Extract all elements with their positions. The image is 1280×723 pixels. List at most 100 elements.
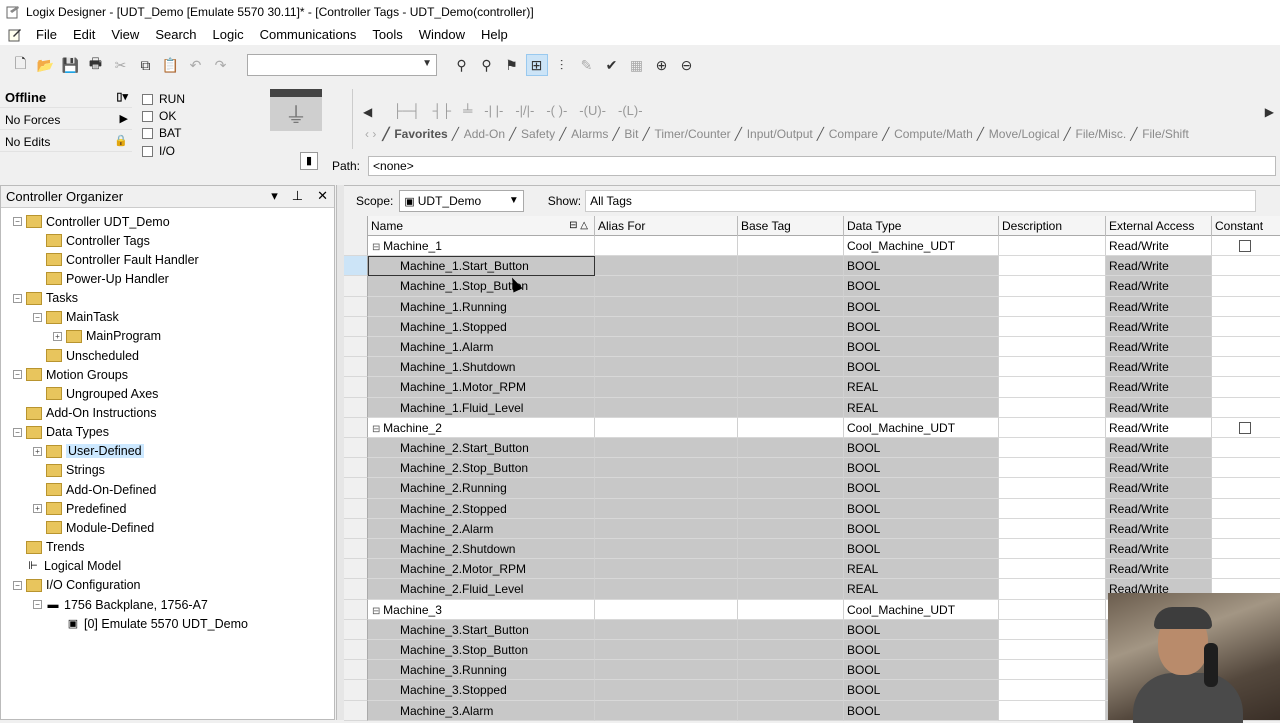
grid-icon[interactable]: ▦ <box>626 54 648 76</box>
redo-icon[interactable]: ↷ <box>210 54 232 76</box>
tag-name-cell[interactable]: Machine_1.Running <box>368 296 595 317</box>
row-selector[interactable] <box>344 640 368 661</box>
alias-for-cell[interactable] <box>595 539 738 560</box>
data-type-cell[interactable]: Cool_Machine_UDT <box>844 599 999 620</box>
row-selector[interactable] <box>344 579 368 600</box>
col-constant[interactable]: Constant <box>1212 216 1280 236</box>
menu-help[interactable]: Help <box>473 24 516 45</box>
new-file-icon[interactable]: 🗋 <box>10 54 32 76</box>
constant-cell[interactable] <box>1212 559 1280 580</box>
description-cell[interactable] <box>999 296 1106 317</box>
tree-item-io-configuration[interactable]: − I/O Configuration <box>13 576 141 595</box>
otu-icon[interactable]: -(L)- <box>618 103 643 118</box>
data-type-cell[interactable]: REAL <box>844 397 999 418</box>
expand-icon[interactable]: + <box>53 331 62 341</box>
tag-name-cell[interactable]: Machine_1.Start_Button <box>368 256 595 277</box>
col-name[interactable]: Name ⊟ △ <box>368 216 595 236</box>
alias-for-cell[interactable] <box>595 599 738 620</box>
row-selector[interactable] <box>344 438 368 459</box>
data-type-cell[interactable]: BOOL <box>844 680 999 701</box>
description-cell[interactable] <box>999 680 1106 701</box>
data-type-cell[interactable]: BOOL <box>844 640 999 661</box>
path-field[interactable]: <none> <box>368 156 1277 176</box>
alias-for-cell[interactable] <box>595 559 738 580</box>
tree-item-motion-groups[interactable]: − Motion Groups <box>13 365 128 384</box>
base-tag-cell[interactable] <box>738 337 844 358</box>
external-access-cell[interactable]: Read/Write <box>1106 539 1212 560</box>
row-selector[interactable] <box>344 397 368 418</box>
description-cell[interactable] <box>999 478 1106 499</box>
row-selector[interactable] <box>344 478 368 499</box>
tag-row-member[interactable]: Machine_1.Motor_RPM REAL Read/Write <box>344 377 1280 398</box>
base-tag-cell[interactable] <box>738 458 844 479</box>
col-description[interactable]: Description <box>999 216 1106 236</box>
alias-for-cell[interactable] <box>595 478 738 499</box>
constant-cell[interactable] <box>1212 377 1280 398</box>
tree-item-user-defined[interactable]: + User-Defined <box>33 442 144 461</box>
external-access-cell[interactable]: Read/Write <box>1106 559 1212 580</box>
tree-item-add-on-defined[interactable]: Add-On-Defined <box>46 480 156 499</box>
tab-add-on[interactable]: Add-On <box>452 127 513 141</box>
data-type-cell[interactable]: BOOL <box>844 458 999 479</box>
chevron-right-icon[interactable]: ▶ <box>120 112 128 125</box>
tag-name-cell[interactable]: ⊟ Machine_3 <box>368 599 595 620</box>
col-base-tag[interactable]: Base Tag <box>738 216 844 236</box>
external-access-cell[interactable]: Read/Write <box>1106 458 1212 479</box>
col-external-access[interactable]: External Access <box>1106 216 1212 236</box>
tree-item-main-program[interactable]: + MainProgram <box>53 327 161 346</box>
external-access-cell[interactable]: Read/Write <box>1106 498 1212 519</box>
constant-cell[interactable] <box>1212 297 1280 317</box>
alias-for-cell[interactable] <box>595 518 738 539</box>
external-access-cell[interactable]: Read/Write <box>1106 276 1212 297</box>
data-type-cell[interactable]: BOOL <box>844 276 999 297</box>
collapse-icon[interactable]: − <box>33 600 42 609</box>
tag-row-member[interactable]: Machine_2.Start_Button BOOL Read/Write <box>344 438 1280 459</box>
print-icon[interactable]: 🖶 <box>85 54 107 76</box>
xio-icon[interactable]: -|/|- <box>515 103 534 118</box>
save-icon[interactable]: 💾 <box>60 54 82 76</box>
verify-icon[interactable]: ⫶ <box>551 54 573 76</box>
external-access-cell[interactable]: Read/Write <box>1106 296 1212 317</box>
tag-row-member[interactable]: Machine_1.Stopped BOOL Read/Write <box>344 316 1280 337</box>
pin-icon[interactable]: ⊥ <box>292 188 303 204</box>
tag-row-member[interactable]: Machine_1.Start_Button BOOL Read/Write <box>344 256 1280 277</box>
collapse-icon[interactable]: − <box>13 370 22 380</box>
description-cell[interactable] <box>999 236 1106 257</box>
tab-favorites[interactable]: Favorites <box>382 127 455 141</box>
base-tag-cell[interactable] <box>738 357 844 378</box>
data-type-cell[interactable]: BOOL <box>844 539 999 560</box>
data-type-cell[interactable]: BOOL <box>844 498 999 519</box>
row-selector[interactable] <box>344 357 368 378</box>
row-selector[interactable] <box>344 680 368 701</box>
row-selector[interactable] <box>344 337 368 358</box>
copy-icon[interactable]: ⧉ <box>135 54 157 76</box>
description-cell[interactable] <box>999 518 1106 539</box>
alias-for-cell[interactable] <box>595 296 738 317</box>
base-tag-cell[interactable] <box>738 417 844 438</box>
data-type-cell[interactable]: REAL <box>844 579 999 600</box>
base-tag-cell[interactable] <box>738 700 844 721</box>
external-access-cell[interactable]: Read/Write <box>1106 357 1212 378</box>
rung-icon[interactable]: ├─┤ <box>393 103 421 118</box>
dropdown-icon[interactable]: ▾ <box>271 188 278 204</box>
tag-name-cell[interactable]: Machine_1.Alarm <box>368 337 595 358</box>
tag-row-member[interactable]: Machine_1.Stop_Button BOOL Read/Write <box>344 276 1280 297</box>
collapse-icon[interactable]: ⊟ <box>372 606 383 617</box>
alias-for-cell[interactable] <box>595 417 738 438</box>
menu-logic[interactable]: Logic <box>205 24 252 45</box>
tab-file-shift[interactable]: File/Shift <box>1130 127 1197 141</box>
menu-edit[interactable]: Edit <box>65 24 103 45</box>
edit-icon[interactable]: ✎ <box>576 54 598 76</box>
tag-name-cell[interactable]: Machine_2.Fluid_Level <box>368 579 595 600</box>
collapse-icon[interactable]: ⊟ <box>372 424 383 435</box>
alias-for-cell[interactable] <box>595 700 738 721</box>
undo-icon[interactable]: ↶ <box>185 54 207 76</box>
tree-item-module-defined[interactable]: Module-Defined <box>46 518 154 537</box>
alias-for-cell[interactable] <box>595 498 738 519</box>
tree-item-controller[interactable]: − Controller UDT_Demo <box>13 212 170 231</box>
tag-name-cell[interactable]: Machine_2.Stop_Button <box>368 458 595 479</box>
tab-alarms[interactable]: Alarms <box>559 127 616 141</box>
row-selector[interactable] <box>344 619 368 640</box>
base-tag-cell[interactable] <box>738 599 844 620</box>
tag-name-cell[interactable]: ⊟ Machine_1 <box>368 236 595 257</box>
